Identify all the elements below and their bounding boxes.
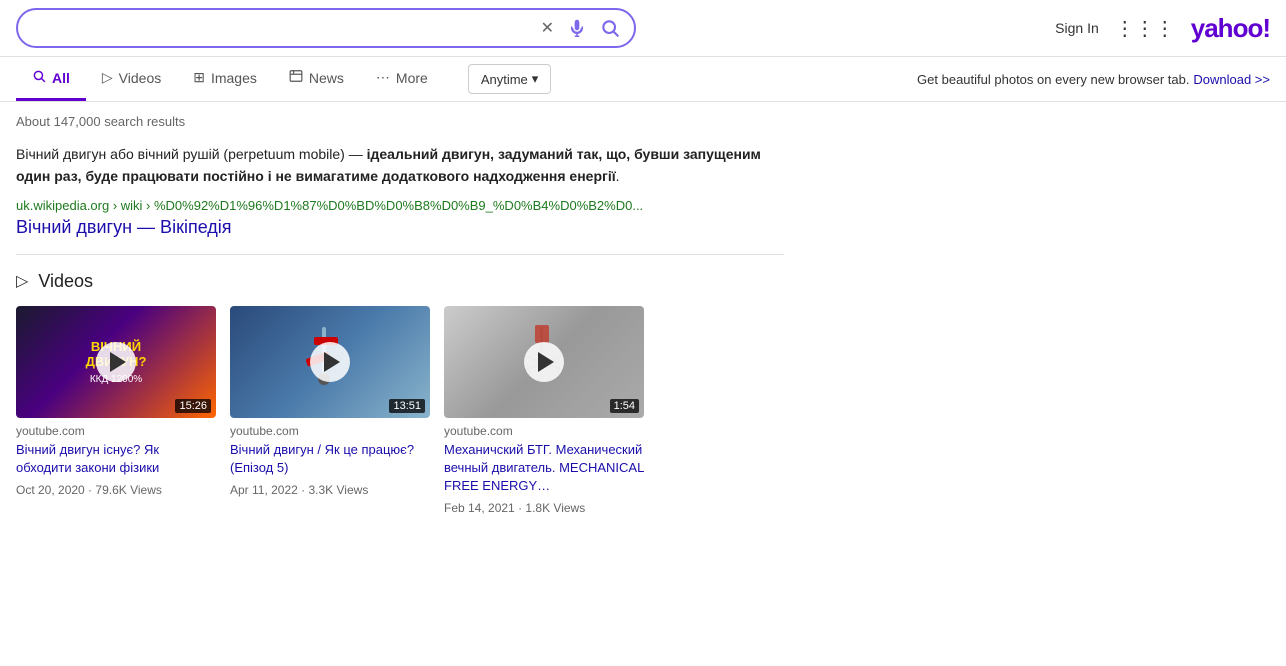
anytime-filter-button[interactable]: Anytime ▾	[468, 64, 552, 94]
results-count: About 147,000 search results	[16, 114, 784, 129]
tab-videos[interactable]: ▷ Videos	[86, 57, 177, 101]
yahoo-logo: yahoo!	[1191, 13, 1270, 44]
main-content: About 147,000 search results Вічний двиг…	[0, 102, 800, 531]
video-duration-1: 15:26	[175, 399, 211, 413]
tab-more[interactable]: ⋯ More	[360, 57, 444, 101]
search-bar: вічний двигун ✕	[16, 8, 636, 48]
video-source-3: youtube.com	[444, 424, 644, 438]
nav-tabs: All ▷ Videos ⊞ Images News ⋯ More Anytim…	[0, 57, 1286, 102]
all-icon	[32, 69, 46, 86]
search-input[interactable]: вічний двигун	[30, 19, 531, 37]
video-card-2[interactable]: 13:51 youtube.com Вічний двигун / Як це …	[230, 306, 430, 516]
play-button-1[interactable]	[96, 342, 136, 382]
more-dots-icon: ⋯	[376, 69, 390, 86]
video-card-1[interactable]: ВІЧНИЙДВИГУН? ККД 1200% 15:26 youtube.co…	[16, 306, 216, 516]
tab-images[interactable]: ⊞ Images	[177, 57, 273, 101]
video-title-link-1[interactable]: Вічний двигун існує? Як обходити закони …	[16, 441, 216, 477]
play-button-3[interactable]	[524, 342, 564, 382]
header: вічний двигун ✕ Sign In ⋮⋮⋮	[0, 0, 1286, 57]
search-icons: ✕	[539, 16, 622, 40]
tab-videos-label: Videos	[119, 70, 162, 86]
news-icon	[289, 69, 303, 86]
clear-button[interactable]: ✕	[539, 16, 556, 40]
tab-news-label: News	[309, 70, 344, 86]
video-source-1: youtube.com	[16, 424, 216, 438]
videos-title: Videos	[38, 271, 93, 292]
video-meta-2: Apr 11, 2022 · 3.3K Views	[230, 483, 430, 497]
video-card-3[interactable]: 1:54 youtube.com Механичский БТГ. Механи…	[444, 306, 644, 516]
divider	[16, 254, 784, 255]
mic-button[interactable]	[566, 17, 588, 39]
tab-images-label: Images	[211, 70, 257, 86]
video-title-link-2[interactable]: Вічний двигун / Як це працює? (Епізод 5)	[230, 441, 430, 477]
wiki-url: uk.wikipedia.org › wiki › %D0%92%D1%96%D…	[16, 198, 696, 213]
promo-download-link[interactable]: Download >>	[1193, 72, 1270, 87]
images-icon: ⊞	[193, 69, 205, 86]
play-icon-header: ▷	[16, 271, 28, 291]
tab-more-label: More	[396, 70, 428, 86]
video-thumb-3: 1:54	[444, 306, 644, 418]
anytime-label: Anytime	[481, 72, 528, 87]
header-right: Sign In ⋮⋮⋮ yahoo!	[1055, 13, 1270, 44]
video-title-link-3[interactable]: Механичский БТГ. Механический вечный дви…	[444, 441, 644, 496]
apps-grid-icon[interactable]: ⋮⋮⋮	[1115, 16, 1175, 41]
video-meta-3: Feb 14, 2021 · 1.8K Views	[444, 501, 644, 515]
sign-in-link[interactable]: Sign In	[1055, 20, 1099, 36]
videos-section: ▷ Videos ВІЧНИЙДВИГУН? ККД 1200% 15:26	[16, 271, 784, 516]
videos-icon: ▷	[102, 69, 113, 86]
play-triangle-3	[538, 352, 554, 372]
tab-all-label: All	[52, 70, 70, 86]
snippet-text: Вічний двигун або вічний рушій (perpetuu…	[16, 143, 784, 188]
video-duration-2: 13:51	[389, 399, 425, 413]
wiki-title-link[interactable]: Вічний двигун — Вікіпедія	[16, 217, 784, 238]
tab-all[interactable]: All	[16, 57, 86, 101]
chevron-down-icon: ▾	[532, 71, 539, 87]
promo-text: Get beautiful photos on every new browse…	[917, 72, 1189, 87]
play-button-2[interactable]	[310, 342, 350, 382]
video-thumb-1: ВІЧНИЙДВИГУН? ККД 1200% 15:26	[16, 306, 216, 418]
videos-grid: ВІЧНИЙДВИГУН? ККД 1200% 15:26 youtube.co…	[16, 306, 784, 516]
search-submit-button[interactable]	[598, 16, 622, 40]
videos-header: ▷ Videos	[16, 271, 784, 292]
tab-news[interactable]: News	[273, 57, 360, 101]
video-meta-1: Oct 20, 2020 · 79.6K Views	[16, 483, 216, 497]
video-source-2: youtube.com	[230, 424, 430, 438]
play-triangle-1	[110, 352, 126, 372]
play-triangle-2	[324, 352, 340, 372]
video-thumb-2: 13:51	[230, 306, 430, 418]
video-duration-3: 1:54	[610, 399, 639, 413]
